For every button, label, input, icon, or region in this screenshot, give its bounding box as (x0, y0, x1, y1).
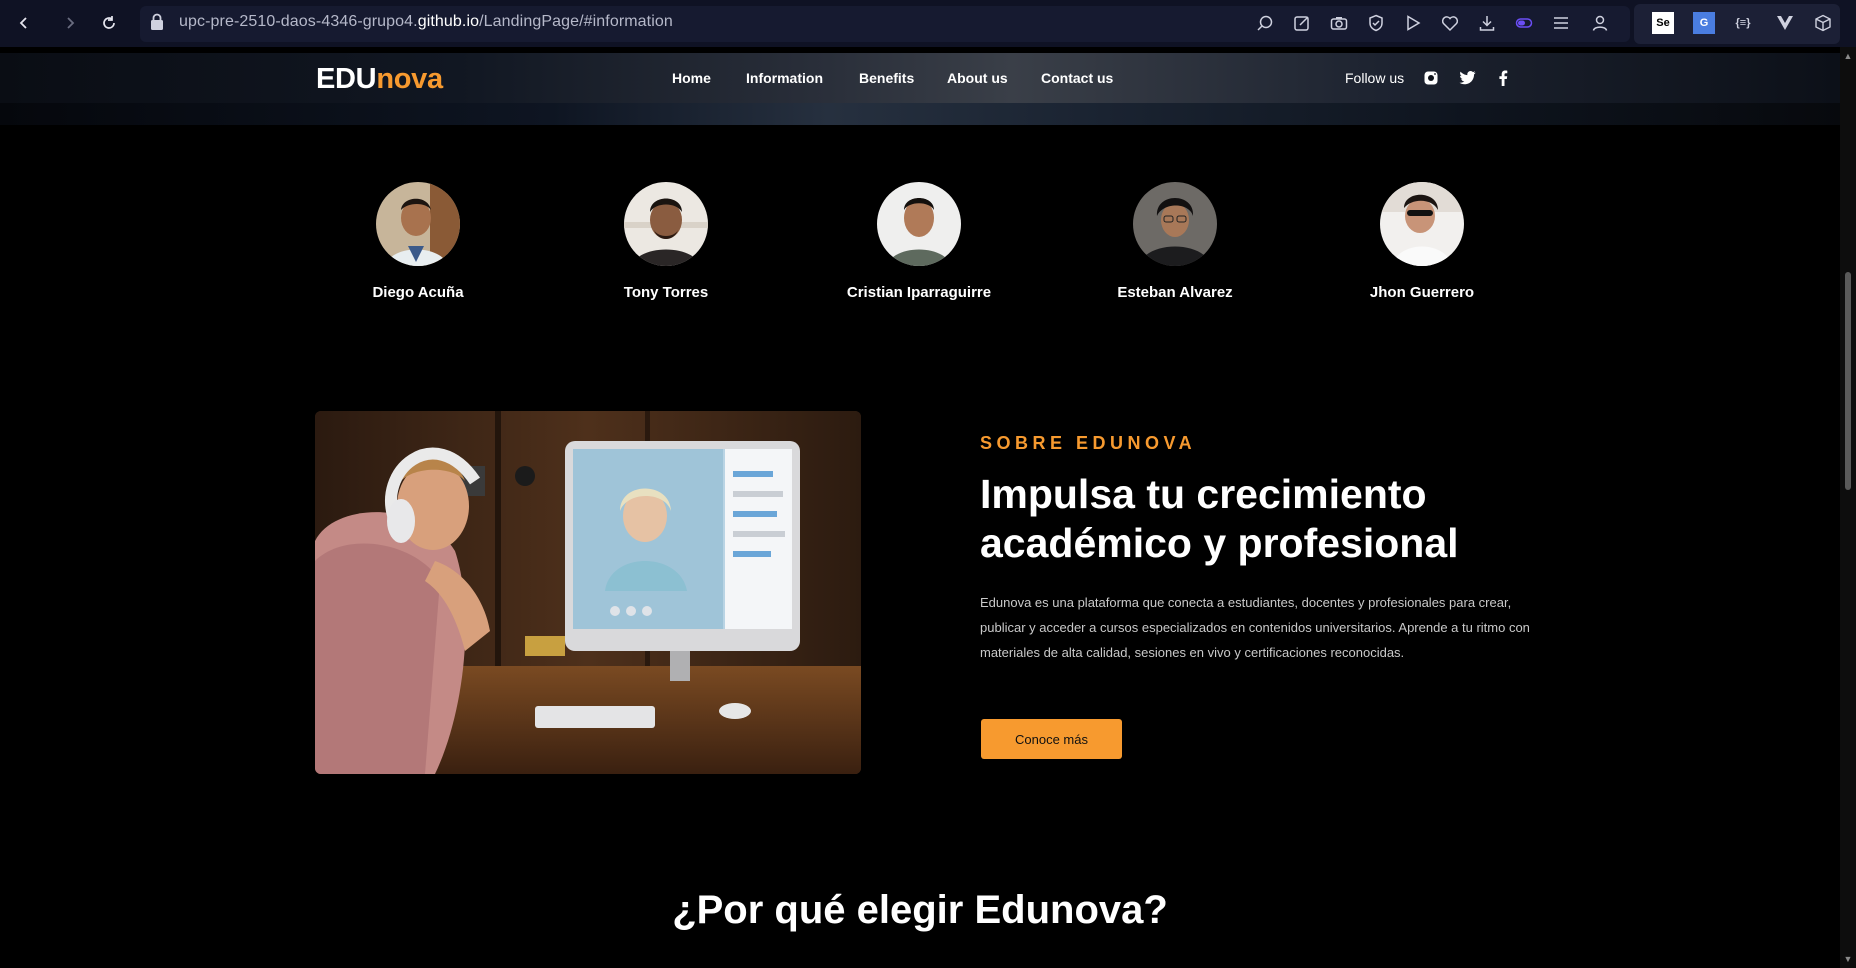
about-title: Impulsa tu crecimiento académico y profe… (980, 471, 1459, 566)
vue-extension-icon[interactable] (1774, 12, 1796, 34)
page-scrollbar[interactable] (1840, 47, 1856, 968)
heart-icon[interactable] (1439, 12, 1461, 34)
instagram-icon[interactable] (1422, 69, 1440, 87)
search-page-icon[interactable] (1254, 12, 1276, 34)
facebook-icon[interactable] (1494, 69, 1512, 87)
team-member-card: Jhon Guerrero (1312, 182, 1532, 301)
edit-icon[interactable] (1291, 12, 1313, 34)
lock-icon (150, 13, 164, 31)
forward-icon[interactable] (59, 12, 81, 34)
shield-icon[interactable] (1365, 12, 1387, 34)
scrollbar-thumb[interactable] (1845, 272, 1851, 490)
member-name: Diego Acuña (372, 284, 464, 301)
reload-icon[interactable] (98, 12, 120, 34)
scroll-up-icon[interactable]: ▲ (1843, 51, 1853, 61)
why-section-title: ¿Por qué elegir Edunova? (672, 888, 1168, 932)
team-member-card: Cristian Iparraguirre (809, 182, 1029, 301)
section-eyebrow: SOBRE EDUNOVA (980, 433, 1197, 453)
site-logo[interactable]: EDUnova (316, 63, 443, 96)
avatar (1380, 182, 1464, 266)
menu-icon[interactable] (1550, 12, 1572, 34)
header-background-strip (0, 103, 1840, 125)
team-member-card: Tony Torres (556, 182, 776, 301)
play-icon[interactable] (1402, 12, 1424, 34)
selenium-extension-icon[interactable]: Se (1652, 12, 1674, 34)
nav-home[interactable]: Home (672, 70, 711, 86)
avatar (1133, 182, 1217, 266)
follow-us-label: Follow us (1345, 70, 1405, 86)
camera-icon[interactable] (1328, 12, 1350, 34)
profile-icon[interactable] (1589, 12, 1611, 34)
url-text[interactable]: upc-pre-2510-daos-4346-grupo4.github.io/… (179, 13, 673, 31)
team-member-card: Diego Acuña (308, 182, 528, 301)
nav-information[interactable]: Information (746, 70, 823, 86)
avatar (624, 182, 708, 266)
member-name: Cristian Iparraguirre (846, 284, 992, 301)
json-extension-icon[interactable]: {≡} (1732, 12, 1754, 34)
translate-extension-icon[interactable]: G (1693, 12, 1715, 34)
about-image (315, 411, 861, 774)
member-name: Jhon Guerrero (1369, 284, 1475, 301)
avatar (877, 182, 961, 266)
team-member-card: Esteban Alvarez (1065, 182, 1285, 301)
nav-about-us[interactable]: About us (947, 70, 1008, 86)
download-icon[interactable] (1476, 12, 1498, 34)
member-name: Tony Torres (623, 284, 709, 301)
member-name: Esteban Alvarez (1117, 284, 1233, 301)
avatar (376, 182, 460, 266)
nav-benefits[interactable]: Benefits (859, 70, 914, 86)
back-icon[interactable] (13, 12, 35, 34)
twitter-icon[interactable] (1458, 69, 1476, 87)
scroll-down-icon[interactable]: ▼ (1843, 954, 1853, 964)
nav-contact-us[interactable]: Contact us (1041, 70, 1113, 86)
battery-saver-icon[interactable] (1513, 12, 1535, 34)
cube-extension-icon[interactable] (1812, 12, 1834, 34)
about-description: Edunova es una plataforma que conecta a … (980, 595, 1530, 660)
learn-more-button[interactable]: Conoce más (981, 719, 1122, 759)
